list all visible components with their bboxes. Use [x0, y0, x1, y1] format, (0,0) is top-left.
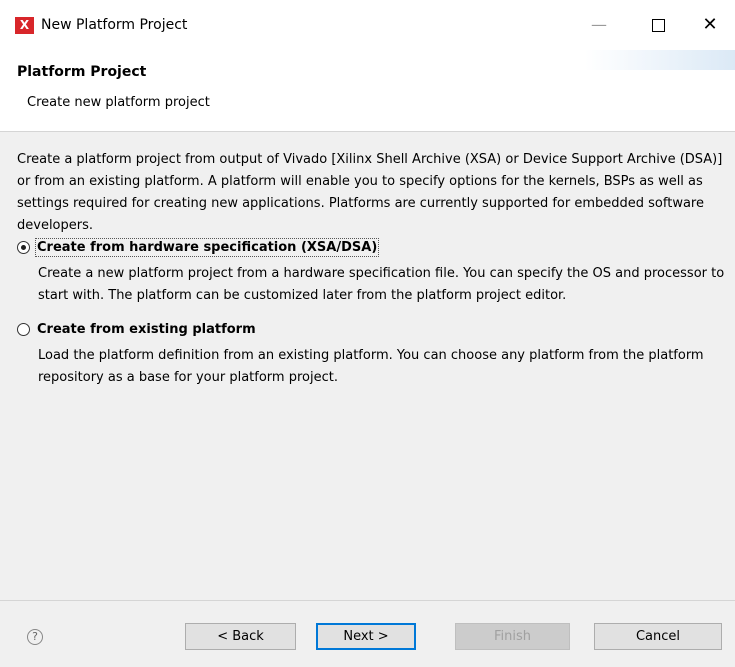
- back-button[interactable]: < Back: [185, 623, 296, 650]
- close-button[interactable]: ✕: [690, 12, 730, 38]
- cancel-button[interactable]: Cancel: [594, 623, 722, 650]
- intro-text: Create a platform project from output of…: [17, 152, 723, 233]
- title-bar: X New Platform Project — ✕: [0, 0, 735, 50]
- option-existing-platform-description: Load the platform definition from an exi…: [38, 348, 704, 385]
- maximize-icon: [651, 19, 665, 32]
- option-hardware-spec[interactable]: Create from hardware specification (XSA/…: [17, 238, 380, 257]
- wizard-body: Create a platform project from output of…: [0, 132, 735, 600]
- window-title: New Platform Project: [41, 17, 188, 33]
- radio-existing-platform[interactable]: [17, 323, 30, 336]
- page-description: Create new platform project: [27, 95, 210, 110]
- footer-divider: [0, 600, 735, 601]
- maximize-button[interactable]: [638, 12, 678, 38]
- next-button[interactable]: Next >: [316, 623, 416, 650]
- option-existing-platform-label[interactable]: Create from existing platform: [37, 322, 256, 337]
- radio-hardware-spec[interactable]: [17, 241, 30, 254]
- help-icon[interactable]: ?: [27, 629, 43, 645]
- page-title: Platform Project: [17, 64, 147, 80]
- minimize-button[interactable]: —: [579, 12, 619, 38]
- finish-button: Finish: [455, 623, 570, 650]
- option-existing-platform[interactable]: Create from existing platform: [17, 322, 256, 337]
- option-hardware-spec-label[interactable]: Create from hardware specification (XSA/…: [34, 238, 380, 257]
- option-hardware-spec-description: Create a new platform project from a har…: [38, 266, 725, 303]
- banner-graphic: [585, 50, 735, 70]
- xilinx-logo-icon: X: [15, 17, 34, 34]
- wizard-header: Platform Project Create new platform pro…: [0, 50, 735, 132]
